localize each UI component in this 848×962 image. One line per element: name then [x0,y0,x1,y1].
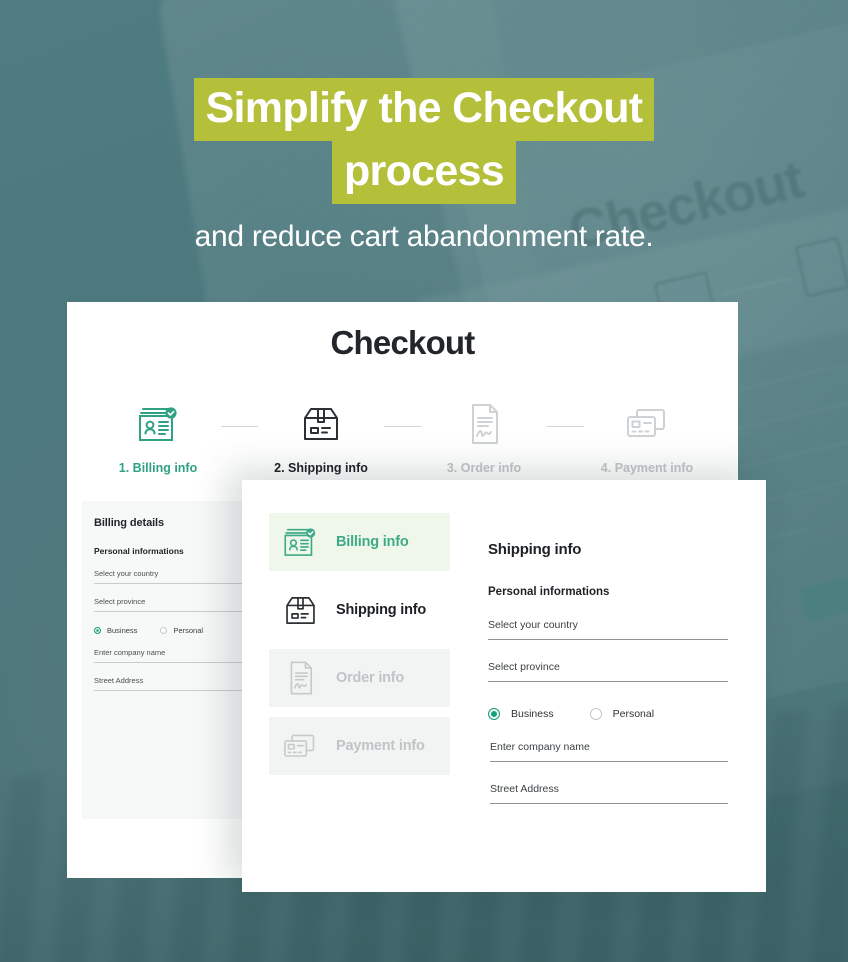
hero-title-line-2: process [331,141,517,204]
signed-document-icon [464,400,504,448]
credit-cards-icon [281,730,319,763]
hero-title-line-1: Simplify the Checkout [193,78,655,141]
step-payment-info-label: 4. Payment info [600,461,694,475]
package-box-icon [281,592,319,629]
step-shipping-info[interactable]: 2. Shipping info [258,400,384,475]
credit-cards-icon [623,400,671,448]
billing-radio-personal[interactable]: Personal [160,626,203,635]
step-order-info[interactable]: 3. Order info [421,400,547,475]
modal-step-nav: Billing info Shipping info Order info Pa… [242,480,474,892]
modal-nav-billing-info[interactable]: Billing info [269,513,450,571]
modal-nav-billing-info-label: Billing info [336,534,409,550]
modal-nav-order-info[interactable]: Order info [269,649,450,707]
step-payment-info[interactable]: 4. Payment info [584,400,710,475]
radio-selected-icon[interactable] [488,708,500,720]
billing-radio-business-label: Business [107,626,138,635]
page-title: Checkout [330,324,476,361]
shipping-street-input[interactable]: Street Address [490,783,728,804]
billing-radio-personal-label: Personal [173,626,204,635]
step-billing-info-label: 1. Billing info [118,461,198,475]
shipping-radio-business[interactable]: Business [488,708,554,720]
hero-subtitle: and reduce cart abandonment rate. [194,220,654,253]
shipping-province-select[interactable]: Select province [488,661,728,682]
modal-nav-payment-info[interactable]: Payment info [269,717,450,775]
checkout-stepper: 1. Billing info 2. Shipping info 3. Orde… [67,400,738,475]
shipping-company-input[interactable]: Enter company name [490,741,728,762]
radio-unselected-icon[interactable] [589,708,602,720]
step-shipping-info-label: 2. Shipping info [274,461,368,475]
package-box-icon [299,400,343,448]
modal-nav-shipping-info[interactable]: Shipping info [269,581,450,639]
shipping-personal-section-title: Personal informations [488,586,610,598]
shipping-radio-personal-label: Personal [612,708,655,720]
id-card-check-icon [135,400,181,448]
radio-selected-icon[interactable] [94,627,101,634]
stepper-connector-2 [384,426,421,427]
modal-nav-shipping-info-label: Shipping info [336,602,427,618]
radio-unselected-icon[interactable] [160,627,168,634]
modal-nav-payment-info-label: Payment info [336,738,425,754]
shipping-info-modal: Billing info Shipping info Order info Pa… [242,480,766,892]
step-order-info-label: 3. Order info [446,461,522,475]
id-card-check-icon [281,524,319,560]
stepper-connector-1 [221,426,258,427]
modal-nav-order-info-label: Order info [336,670,405,686]
shipping-info-form: Shipping info Personal informations Sele… [474,480,766,892]
stepper-connector-3 [547,426,584,427]
hero-section: Simplify the Checkout process and reduce… [0,78,848,254]
shipping-radio-personal[interactable]: Personal [589,708,655,720]
step-billing-info[interactable]: 1. Billing info [95,400,221,475]
shipping-form-title: Shipping info [488,541,582,558]
shipping-country-select[interactable]: Select your country [488,619,728,640]
billing-radio-business[interactable]: Business [94,626,137,635]
shipping-radio-business-label: Business [511,708,554,720]
signed-document-icon [281,659,319,697]
shipping-account-type-radios: Business Personal [488,708,728,720]
